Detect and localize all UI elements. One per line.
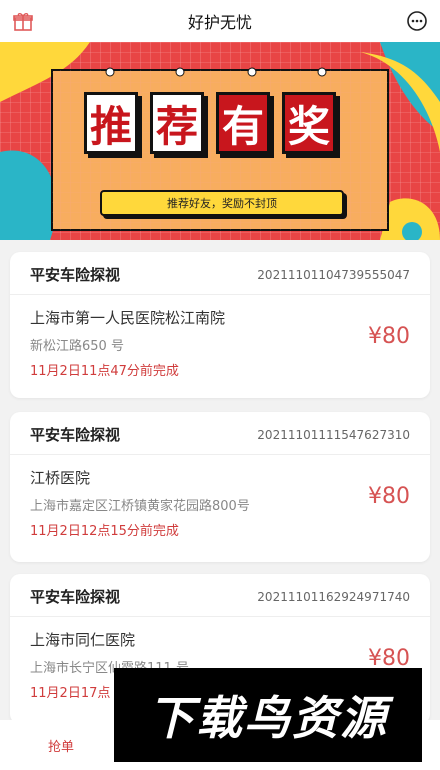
page-title: 好护无忧 — [187, 13, 252, 32]
order-price: ¥80 — [368, 324, 410, 349]
order-number: 20211101104739555047 — [257, 268, 410, 282]
message-icon[interactable] — [406, 10, 428, 32]
card-divider — [10, 616, 430, 617]
order-deadline: 11月2日12点15分前完成 — [30, 524, 179, 539]
card-divider — [10, 294, 430, 295]
headline-char: 奖 — [282, 92, 336, 154]
referral-banner[interactable]: 推 荐 有 奖 推荐好友，奖励不封顶 — [0, 42, 440, 240]
hospital-name: 上海市同仁医院 — [30, 631, 136, 649]
order-title: 平安车险探视 — [30, 426, 121, 444]
hospital-address: 新松江路650 号 — [30, 339, 124, 354]
order-card[interactable]: 平安车险探视 20211101111547627310 江桥医院 上海市嘉定区江… — [10, 412, 430, 562]
headline-char: 荐 — [150, 92, 204, 154]
hospital-address: 上海市嘉定区江桥镇黄家花园路800号 — [30, 499, 250, 514]
banner-headline: 推 荐 有 奖 — [84, 92, 336, 154]
tab-grab-order[interactable]: 抢单 — [48, 736, 74, 755]
banner-slogan: 推荐好友，奖励不封顶 — [100, 190, 344, 216]
order-deadline: 11月2日11点47分前完成 — [30, 364, 179, 379]
order-card[interactable]: 平安车险探视 20211101104739555047 上海市第一人民医院松江南… — [10, 252, 430, 398]
order-title: 平安车险探视 — [30, 588, 121, 606]
headline-char: 有 — [216, 92, 270, 154]
order-price: ¥80 — [368, 484, 410, 509]
card-divider — [10, 454, 430, 455]
gift-icon[interactable] — [12, 10, 34, 32]
hospital-name: 上海市第一人民医院松江南院 — [30, 309, 226, 327]
hospital-name: 江桥医院 — [30, 469, 91, 487]
top-nav-bar: 好护无忧 — [0, 0, 440, 42]
order-number: 20211101111547627310 — [257, 428, 410, 442]
order-title: 平安车险探视 — [30, 266, 121, 284]
order-deadline: 11月2日17点 — [30, 686, 111, 701]
headline-char: 推 — [84, 92, 138, 154]
watermark-logo: 下载鸟资源 — [114, 668, 422, 762]
order-number: 20211101162924971740 — [257, 590, 410, 604]
